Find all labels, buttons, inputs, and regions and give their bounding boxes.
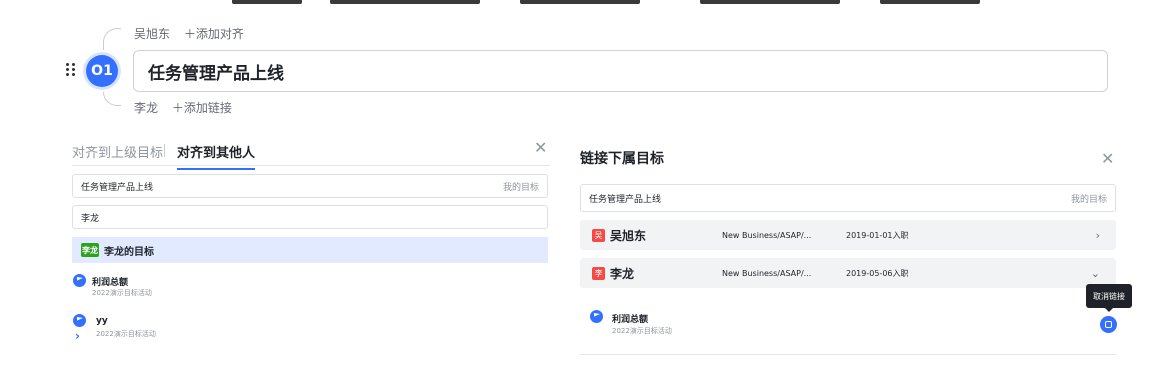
objective-title-input[interactable]: 任务管理产品上线	[133, 50, 1108, 92]
person-name: 吴旭东	[610, 228, 647, 243]
tab-align-superior[interactable]: 对齐到上级目标	[72, 142, 163, 161]
objective-badge: O1	[86, 55, 118, 87]
link-search-value: 任务管理产品上线	[589, 194, 662, 205]
flag-icon	[73, 314, 86, 327]
goal-title: yy	[96, 316, 108, 326]
flag-icon	[73, 274, 86, 287]
unlink-tooltip: 取消链接	[1086, 284, 1132, 312]
close-icon[interactable]: ✕	[1101, 151, 1114, 167]
join-date: 2019-01-01入职	[846, 230, 909, 240]
tab-divider	[164, 144, 165, 157]
link-search-field[interactable]: 任务管理产品上线 我的目标	[580, 184, 1116, 212]
link-row: 李龙 ＋添加链接	[134, 99, 232, 116]
cropped-text-top	[0, 0, 1157, 8]
chevron-down-icon[interactable]: ⌄	[1091, 267, 1100, 280]
chevron-right-icon[interactable]: ›	[1096, 229, 1100, 242]
goal-title: 利润总额	[92, 278, 129, 288]
flag-icon	[590, 310, 603, 323]
table-row[interactable]: 李 李龙 New Business/ASAP/... 2019-05-06入职 …	[580, 258, 1116, 288]
goal-title: 利润总额	[612, 315, 649, 325]
list-item[interactable]: 利润总额 2022演示目标活动	[590, 310, 890, 338]
org-path: New Business/ASAP/...	[722, 230, 812, 240]
objective-title: 任务管理产品上线	[148, 63, 284, 84]
tab-align-others[interactable]: 对齐到其他人	[177, 142, 256, 170]
avatar: 李龙	[81, 243, 99, 257]
person-name: 李龙	[610, 266, 635, 281]
add-link-button[interactable]: ＋添加链接	[172, 101, 232, 115]
goal-subtitle: 2022演示目标活动	[612, 327, 672, 335]
unlink-button[interactable]	[1100, 316, 1117, 333]
list-item[interactable]: 利润总额 2022演示目标活动	[72, 272, 372, 298]
connector-line	[103, 28, 121, 50]
link-panel-title: 链接下属目标	[580, 151, 664, 167]
goal-group-header[interactable]: 李龙 李龙的目标	[72, 237, 548, 263]
goal-group-label: 李龙的目标	[104, 246, 154, 258]
avatar: 吴	[592, 228, 605, 242]
person-field-value: 李龙	[81, 213, 100, 224]
close-icon[interactable]: ✕	[534, 140, 547, 156]
chevron-right-icon[interactable]: ›	[75, 329, 80, 343]
avatar: 李	[592, 266, 605, 280]
org-path: New Business/ASAP/...	[722, 268, 812, 278]
my-goal-tag: 我的目标	[502, 182, 539, 193]
align-row: 吴旭东 ＋添加对齐	[134, 25, 244, 42]
goal-subtitle: 2022演示目标活动	[92, 289, 152, 297]
sub-owner-name[interactable]: 李龙	[134, 101, 158, 115]
align-tabs: 对齐到上级目标 对齐到其他人 ✕	[72, 140, 550, 170]
align-search-field[interactable]: 任务管理产品上线 我的目标	[72, 174, 548, 198]
owner-name[interactable]: 吴旭东	[134, 27, 170, 41]
align-search-value: 任务管理产品上线	[81, 182, 154, 193]
divider	[580, 354, 1116, 355]
join-date: 2019-05-06入职	[846, 268, 909, 278]
goal-subtitle: 2022演示目标活动	[96, 330, 156, 338]
connector-line	[103, 92, 121, 106]
person-field[interactable]: 李龙	[72, 205, 548, 229]
list-item[interactable]: yy 2022演示目标活动 ›	[72, 312, 372, 343]
unlink-icon	[1105, 321, 1112, 328]
add-align-button[interactable]: ＋添加对齐	[184, 27, 244, 41]
my-goal-tag: 我的目标	[1070, 194, 1107, 205]
table-row[interactable]: 吴 吴旭东 New Business/ASAP/... 2019-01-01入职…	[580, 220, 1116, 250]
drag-handle-icon[interactable]	[66, 62, 78, 78]
